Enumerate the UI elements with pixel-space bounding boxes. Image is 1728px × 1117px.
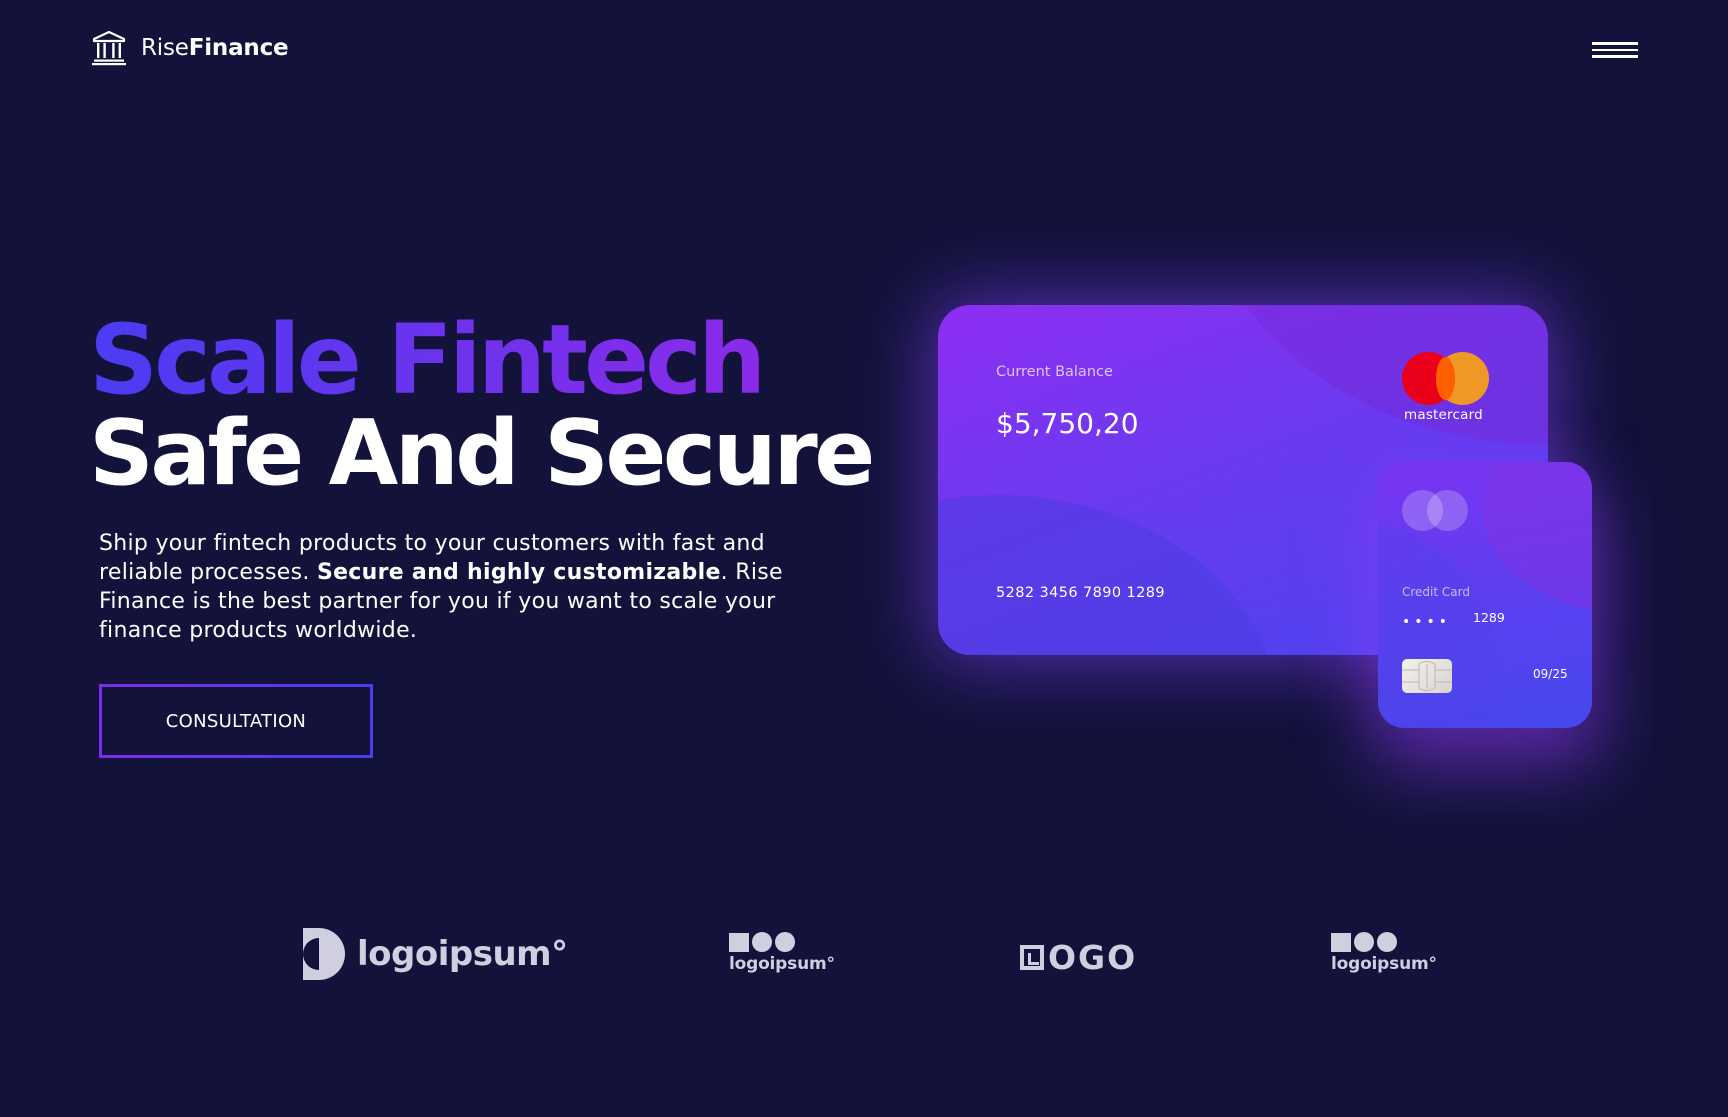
brand-name: RiseFinance — [141, 35, 289, 61]
shapes-logo-icon — [1331, 932, 1397, 952]
mastercard-overlap — [1436, 357, 1455, 400]
logo-square — [729, 932, 749, 952]
chip-lines — [1402, 661, 1452, 691]
logo-circle — [1377, 932, 1397, 952]
logo-circle — [775, 932, 795, 952]
chip-icon — [1402, 659, 1452, 693]
menu-line — [1592, 48, 1638, 51]
card-network-icon — [1402, 490, 1472, 532]
hero-description-bold: Secure and highly customizable — [316, 560, 721, 585]
partner-logo-2: logoipsum° — [729, 932, 835, 974]
partner-logo-3: OGO — [1020, 938, 1137, 977]
masked-digits: •••• — [1402, 614, 1452, 630]
partner-logo-text: logoipsum° — [357, 934, 568, 974]
hamburger-menu-icon[interactable] — [1592, 42, 1638, 62]
landing-page: RiseFinance Scale Fintech Safe And Secur… — [0, 0, 1728, 1117]
bank-icon — [92, 30, 126, 66]
brand-logo[interactable]: RiseFinance — [91, 30, 289, 66]
partner-logo-4: logoipsum° — [1331, 932, 1437, 974]
mastercard-wordmark: mastercard — [1404, 407, 1483, 423]
mastercard-icon — [1402, 352, 1492, 405]
brand-name-bold: Finance — [188, 35, 289, 61]
credit-card-label: Credit Card — [1402, 585, 1470, 599]
card-decoration — [1483, 462, 1592, 612]
partner-logo-text: OGO — [1048, 938, 1138, 977]
logo-circle — [752, 932, 772, 952]
credit-card: Credit Card •••• 1289 09/25 — [1378, 462, 1592, 728]
balance-label: Current Balance — [996, 364, 1113, 380]
hero-headline-gradient: Scale Fintech — [89, 304, 766, 416]
brand-name-light: Rise — [141, 35, 189, 61]
logo-square — [1331, 932, 1351, 952]
consultation-button[interactable]: CONSULTATION — [99, 684, 373, 758]
card-decoration — [1198, 305, 1548, 445]
card-number: 5282 3456 7890 1289 — [996, 585, 1166, 601]
partner-logo-1: logoipsum° — [303, 928, 568, 980]
hero-description: Ship your fintech products to your custo… — [99, 529, 799, 645]
hero-headline-white: Safe And Secure — [89, 401, 875, 506]
partner-logo-text: logoipsum° — [1331, 954, 1437, 974]
menu-line — [1592, 42, 1638, 45]
menu-line — [1592, 55, 1638, 58]
card-last-four: 1289 — [1473, 610, 1505, 625]
logo-circle — [1354, 932, 1374, 952]
half-circle-logo-icon — [303, 928, 345, 980]
card-expiry: 09/25 — [1533, 667, 1568, 681]
l-box-logo-icon — [1020, 945, 1044, 970]
balance-amount: $5,750,20 — [996, 407, 1139, 440]
card-decoration — [938, 495, 1278, 655]
network-circle — [1427, 490, 1468, 531]
partner-logo-text: logoipsum° — [729, 954, 835, 974]
shapes-logo-icon — [729, 932, 795, 952]
